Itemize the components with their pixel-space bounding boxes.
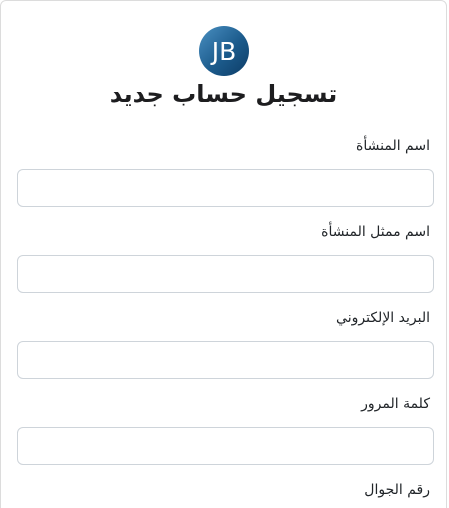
password-input[interactable] [17,427,434,465]
registration-card: JB تسجيل حساب جديد اسم المنشأة اسم ممثل … [0,0,447,508]
organization-name-input[interactable] [17,169,434,207]
mobile-number-label: رقم الجوال [364,482,430,498]
page-title: تسجيل حساب جديد [109,80,338,108]
representative-name-input[interactable] [17,255,434,293]
representative-name-label: اسم ممثل المنشأة [321,224,430,240]
company-logo-icon: JB [199,26,249,76]
password-label: كلمة المرور [361,396,430,412]
email-label: البريد الإلكتروني [336,310,430,326]
svg-text:JB: JB [210,37,237,66]
organization-name-label: اسم المنشأة [356,138,430,154]
email-input[interactable] [17,341,434,379]
